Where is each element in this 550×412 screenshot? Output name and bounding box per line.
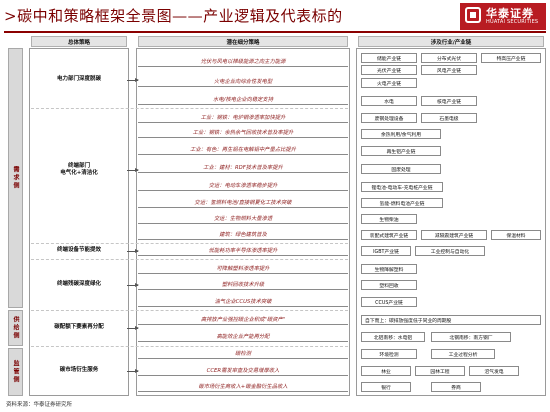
middle-item: 交运：氢燃料电池/直接钢夏化工技术突破 <box>138 197 348 208</box>
middle-item: 工业：钢铁：电炉钢渗透率加快提升 <box>138 112 348 123</box>
industry-chip: 特高压产业链 <box>481 53 541 63</box>
middle-item: 建筑：绿色建筑普及 <box>138 229 348 240</box>
industry-chip: 环境检测 <box>361 349 417 359</box>
middle-item: 油气企业CCUS技术突破 <box>138 296 348 307</box>
middle-item: 碳检测 <box>138 348 348 359</box>
industry-chip: 光伏产业链 <box>361 65 417 75</box>
title-rule <box>4 31 546 33</box>
industry-chip: 券商 <box>431 382 481 392</box>
industry-chip: IGBT产业链 <box>361 246 411 256</box>
middle-item: 塑料回收技术升级 <box>138 279 348 290</box>
industry-chip: 工业过程分析 <box>431 349 495 359</box>
flow-arrow <box>127 168 139 172</box>
strategy-quota: 碳配额下要素再分配 <box>54 324 104 331</box>
industry-chip: 保温材料 <box>491 230 541 240</box>
middle-item: 火电企业向综合性发电型 <box>138 76 348 87</box>
strategy-equipment: 终端设备节能提效 <box>56 247 101 254</box>
group-separator <box>31 243 348 244</box>
middle-item: 高能效企业产能再分配 <box>138 331 348 342</box>
industry-chip: 装配式建筑产业链 <box>361 230 417 240</box>
industry-chip: 银行 <box>361 382 411 392</box>
industry-chip: 储能产业链 <box>361 53 417 63</box>
source-note: 资料来源：华泰证券研究所 <box>6 402 73 408</box>
flow-arrow <box>127 283 139 287</box>
middle-item: 低能耗功率半导体渗透率提升 <box>138 245 348 256</box>
industry-chip: 工业控制与自动化 <box>415 246 485 256</box>
side-label-regulation: 监管侧 <box>8 348 23 396</box>
column-header-right: 涉及行业/产业链 <box>358 36 544 47</box>
group-separator <box>31 259 348 260</box>
middle-item: 光伏与风电以梯级能源之向主力能源 <box>138 56 348 67</box>
side-label-supply: 供给侧 <box>8 310 23 346</box>
industry-chip: 水电 <box>361 96 417 106</box>
strategy-power: 电力部门深度脱碳 <box>56 76 101 83</box>
industry-chip: 锂电池-电动车-充电桩产业链 <box>361 182 443 192</box>
industry-chip: 北铝南移：水电铝 <box>361 332 425 342</box>
middle-item: 交运：生物燃料大量渗透 <box>138 213 348 224</box>
side-label-demand: 需求侧 <box>8 48 23 308</box>
middle-item: 工业：钢铁：余热余气回收技术普及率提升 <box>138 127 348 138</box>
middle-item: 碳市场衍生商收入+碳金融衍生品收入 <box>138 381 348 392</box>
industry-chip: 余热利用/余气利用 <box>361 129 441 139</box>
column-header-strategy: 总体策略 <box>31 36 127 47</box>
industry-chip: 石墨电极 <box>421 113 477 123</box>
strategy-residual: 终端残碳深度绿化 <box>56 281 101 288</box>
industry-chip: 沼气发电 <box>469 366 519 376</box>
huatai-logo-mark-icon <box>465 7 481 23</box>
middle-item: 高排放产业强控碳企业积成"碳资产" <box>138 314 348 325</box>
strategy-market: 碳市场衍生服务 <box>59 367 99 374</box>
industry-chip: 生物降解塑料 <box>361 264 417 274</box>
industry-chip: 塑料回收 <box>361 280 417 290</box>
industry-chip: 核电产业链 <box>421 96 477 106</box>
industry-chip: 园林工程 <box>415 366 465 376</box>
middle-item: CCER需发审查及交易增厚收入 <box>138 365 348 376</box>
flow-arrow <box>127 78 139 82</box>
industry-chip: 火电产业链 <box>361 78 417 88</box>
huatai-logo-en: HUATAI SECURITIES <box>486 19 539 25</box>
group-separator <box>31 108 348 109</box>
industry-chip: 氢能-燃料电池产业链 <box>361 198 443 208</box>
strategy-terminal: 终端部门 电气化+清洁化 <box>31 160 127 180</box>
flow-arrow <box>127 326 139 330</box>
column-header-middle: 潜在细分策略 <box>138 36 348 47</box>
strategy-terminal-line1: 终端部门 <box>67 162 90 169</box>
flow-arrow <box>127 249 139 253</box>
middle-item: 工业：有色：再生铝在电解铝中产量占比提升 <box>138 144 348 155</box>
middle-item: 工业：建材：RDF技术普及率提升 <box>138 162 348 173</box>
page-title: >碳中和策略框架全景图——产业逻辑及代表标的 <box>4 7 343 25</box>
group-separator <box>31 310 348 311</box>
industry-chip: 林业 <box>361 366 411 376</box>
middle-item: 可降解塑料渗透率提升 <box>138 263 348 274</box>
strategy-column <box>29 48 129 396</box>
industry-chip: 废钢处理设备 <box>361 113 417 123</box>
industry-chip: 风电产业链 <box>421 65 477 75</box>
middle-item: 交运：电动车渗透率稳步提升 <box>138 180 348 191</box>
industry-chip: CCUS产业链 <box>361 297 417 307</box>
group-separator <box>31 346 348 347</box>
industry-chip: 固废处理 <box>361 164 441 174</box>
industry-chip: 分布式光伏 <box>421 53 477 63</box>
strategy-terminal-line2: 电气化+清洁化 <box>60 170 98 176</box>
industry-chip: 减隔震建筑产业链 <box>421 230 487 240</box>
industry-chip: 再生铝产业链 <box>361 146 441 156</box>
industry-chip: 北钢南移：南方钢厂 <box>431 332 511 342</box>
middle-item: 水电/核电企业向稳定支持 <box>138 94 348 105</box>
flow-arrow <box>127 369 139 373</box>
huatai-logo: 华泰证券 HUATAI SECURITIES <box>460 3 546 30</box>
industry-chip: 生物柴油 <box>361 214 417 224</box>
industry-chip: 自下而上：碳排放强度低于同业的周期股 <box>361 315 541 325</box>
